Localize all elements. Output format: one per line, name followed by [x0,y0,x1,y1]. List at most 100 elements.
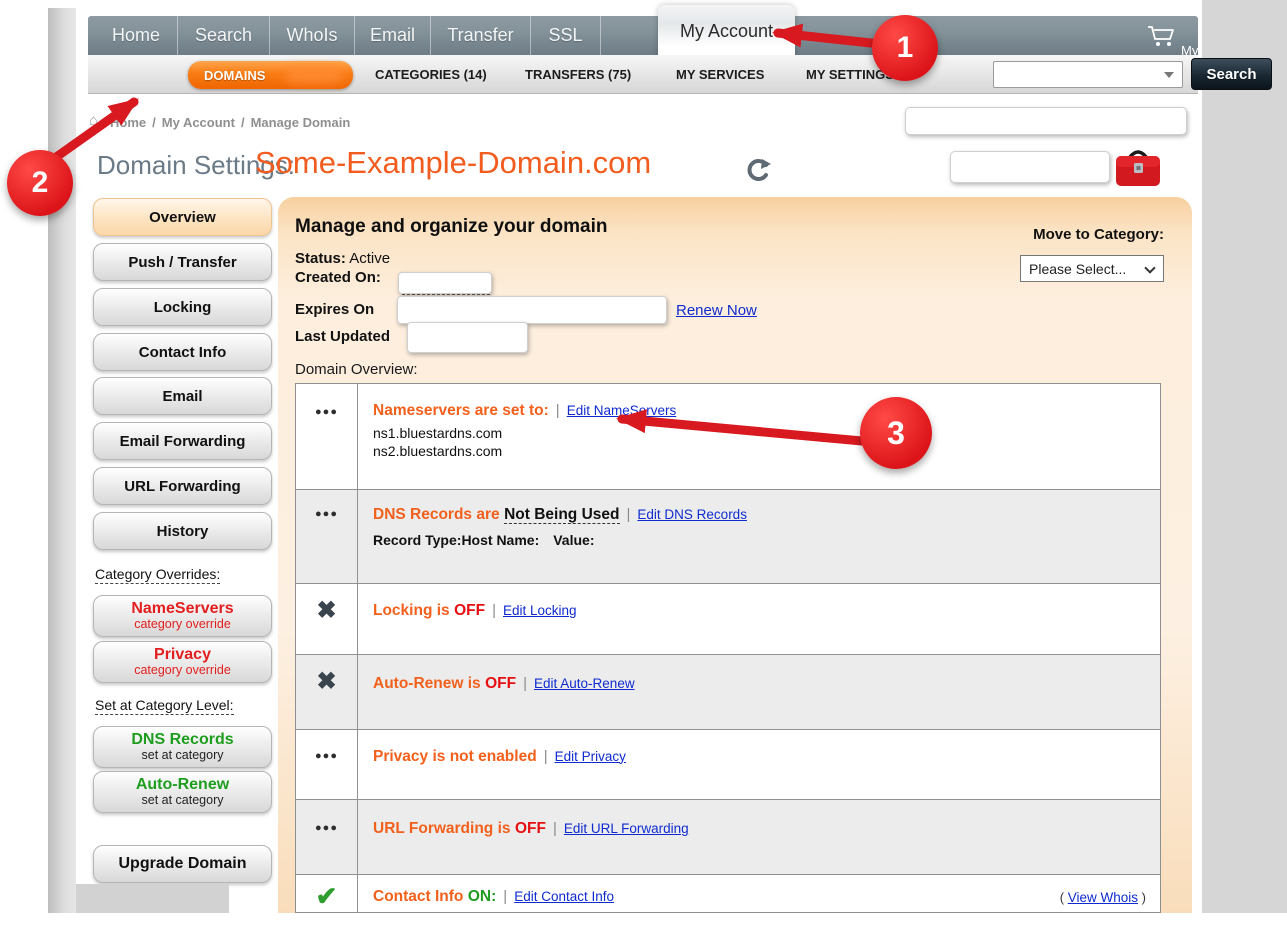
nameservers-title: Nameservers are set to: [373,402,549,419]
dots-icon: ●●● [315,730,338,800]
cart-icon[interactable] [1146,24,1178,48]
category-overrides-heading[interactable]: Category Overrides: [95,566,220,584]
sidebar-item-overview[interactable]: Overview [93,198,272,236]
expires-label: Expires On [295,301,374,318]
separator: | [556,402,560,419]
status-label: Status: [295,250,346,267]
subnav-domains-button[interactable]: DOMAINS [188,61,353,89]
locking-title: Locking is [373,602,450,619]
toolbox-icon[interactable] [1112,144,1164,190]
sidebar-item-dns-records-category[interactable]: DNS Records set at category [93,726,272,768]
x-icon: ✖ [316,655,336,729]
move-to-category-label: Move to Category: [950,226,1164,243]
tab-search[interactable]: Search [178,16,270,55]
updated-label: Last Updated [295,328,390,345]
subnav-categories[interactable]: CATEGORIES (14) [375,55,487,94]
tab-my-account[interactable]: My Account [658,5,795,57]
paren-close: ) [1142,890,1146,905]
sidebar-item-email-forwarding[interactable]: Email Forwarding [93,422,272,460]
subnav-transfers[interactable]: TRANSFERS (75) [525,55,631,94]
category-select[interactable]: Please Select... [1020,255,1164,282]
breadcrumb-home[interactable]: Home [110,115,146,130]
tab-ssl[interactable]: SSL [531,16,601,55]
url-forwarding-title: URL Forwarding is [373,820,511,837]
redacted-expires-date [397,296,667,324]
refresh-icon[interactable] [746,157,772,183]
privacy-title: Privacy is not enabled [373,748,537,765]
row-privacy: ●●● Privacy is not enabled | Edit Privacy [296,729,1160,800]
separator: | [553,820,557,837]
subnav-my-services[interactable]: MY SERVICES [676,55,764,94]
separator: | [544,748,548,765]
updated-line: Last Updated [295,328,390,345]
separator: | [523,675,527,692]
edit-nameservers-link[interactable]: Edit NameServers [567,403,677,418]
category-subtitle: set at category [142,749,224,762]
sidebar-item-url-forwarding[interactable]: URL Forwarding [93,467,272,505]
view-whois-link[interactable]: View Whois [1068,890,1138,905]
dots-icon: ●●● [315,800,338,874]
edit-dns-records-link[interactable]: Edit DNS Records [637,507,747,522]
edit-contact-info-link[interactable]: Edit Contact Info [514,889,614,904]
account-sub-nav: DOMAINS CATEGORIES (14) TRANSFERS (75) M… [88,55,1198,94]
tab-home[interactable]: Home [95,16,178,55]
tab-transfer[interactable]: Transfer [431,16,531,55]
category-title: DNS Records [131,732,233,749]
category-subtitle: set at category [142,794,224,807]
nameserver-1: ns1.bluestardns.com [373,425,676,441]
breadcrumb-my-account[interactable]: My Account [162,115,235,130]
breadcrumb-separator: / [241,115,245,130]
locking-status: OFF [454,602,485,619]
set-at-category-heading[interactable]: Set at Category Level: [95,697,234,715]
redacted-box-title [950,151,1110,183]
created-label: Created On: [295,269,381,286]
row-auto-renew: ✖ Auto-Renew is OFF | Edit Auto-Renew [296,654,1160,729]
breadcrumb-manage-domain: Manage Domain [251,115,351,130]
home-icon: ⌂ [89,112,98,129]
edit-privacy-link[interactable]: Edit Privacy [555,749,626,764]
redacted-updated-date [407,322,528,353]
sidebar-item-locking[interactable]: Locking [93,288,272,326]
annotation-badge-2: 2 [7,150,73,216]
status-value: Active [349,250,390,267]
chevron-down-icon [1164,72,1174,78]
search-button[interactable]: Search [1191,58,1272,90]
auto-renew-title: Auto-Renew is [373,675,481,692]
sidebar-item-email[interactable]: Email [93,377,272,415]
host-name-label: Host Name: [461,532,539,548]
auto-renew-status: OFF [485,675,516,692]
value-label: Value: [553,532,594,548]
contact-info-title: Contact Info [373,888,463,905]
dashed-underline [402,294,490,295]
sidebar-item-push-transfer[interactable]: Push / Transfer [93,243,272,281]
tab-whois[interactable]: WhoIs [270,16,355,55]
manage-heading: Manage and organize your domain [295,216,608,238]
override-subtitle: category override [134,618,231,631]
row-locking: ✖ Locking is OFF|Edit Locking [296,583,1160,654]
sidebar-item-history[interactable]: History [93,512,272,550]
row-nameservers: ●●● Nameservers are set to:|Edit NameSer… [296,384,1160,489]
sidebar-item-auto-renew-category[interactable]: Auto-Renew set at category [93,771,272,813]
tab-email[interactable]: Email [355,16,431,55]
view-whois-wrap: ( View Whois ) [1060,890,1146,905]
sidebar-item-nameservers-override[interactable]: NameServers category override [93,595,272,637]
redacted-created-date [398,272,492,294]
top-nav-bar: Home Search WhoIs Email Transfer SSL My … [88,16,1198,55]
chevron-down-icon [1144,262,1155,273]
status-line: Status: Active [295,250,390,267]
domain-search-combobox[interactable] [993,61,1183,88]
upgrade-domain-button[interactable]: Upgrade Domain [93,845,272,883]
redacted-box-top [905,107,1187,135]
right-margin [1202,0,1287,913]
sidebar-item-privacy-override[interactable]: Privacy category override [93,641,272,683]
renew-now-link[interactable]: Renew Now [676,302,757,319]
sidebar-item-contact-info[interactable]: Contact Info [93,333,272,371]
edit-locking-link[interactable]: Edit Locking [503,603,577,618]
breadcrumb-separator: / [152,115,156,130]
edit-url-forwarding-link[interactable]: Edit URL Forwarding [564,821,689,836]
override-title: Privacy [154,647,211,664]
left-gutter-strip [48,8,76,913]
edit-auto-renew-link[interactable]: Edit Auto-Renew [534,676,635,691]
dns-title: DNS Records are [373,506,500,523]
created-line: Created On: [295,269,381,286]
